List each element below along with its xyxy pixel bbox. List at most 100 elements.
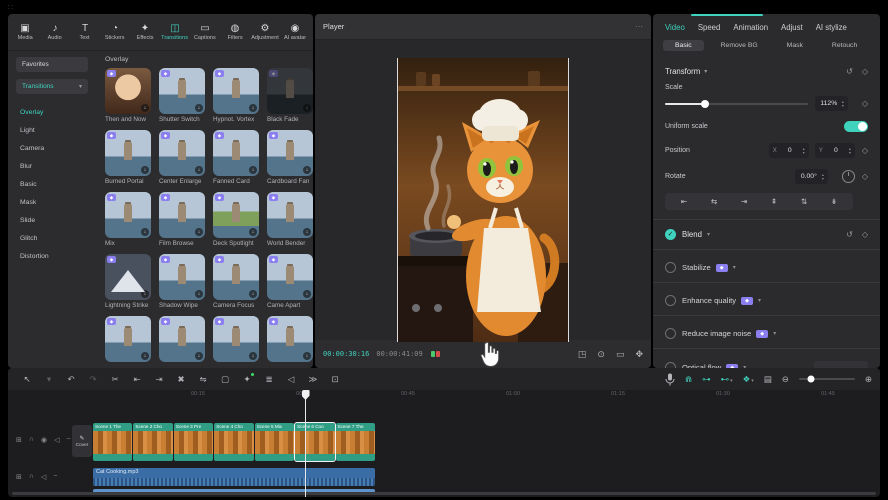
video-clip-scene-2-cho[interactable]: Scene 2 Cho <box>133 423 172 461</box>
zoom-out-icon[interactable]: ⊖ <box>782 374 789 385</box>
collapse-track-icon[interactable]: − <box>53 473 57 481</box>
category-dropdown[interactable]: Transitions ▾ <box>16 79 88 94</box>
audio-clip[interactable]: Cat Cooking.mp3 <box>93 468 375 486</box>
player-options-icon[interactable]: ⋯ <box>635 22 643 31</box>
transition-thumbnail[interactable]: ◆↓ <box>213 254 259 300</box>
align-center-h-icon[interactable]: ⇆ <box>699 197 729 206</box>
split-icon[interactable]: ✂ <box>104 374 126 385</box>
video-clip-scene-1-the[interactable]: Scene 1 The <box>93 423 132 461</box>
sidebar-item-glitch[interactable]: Glitch <box>8 230 96 248</box>
transition-item-film-browse[interactable]: ◆↓Film Browse <box>159 192 209 247</box>
transition-thumbnail[interactable]: ◆↓ <box>213 68 259 114</box>
keyframe-icon[interactable]: ◇ <box>862 99 868 108</box>
video-clip-scene-3-pre[interactable]: Scene 3 Pre <box>174 423 213 461</box>
top-toolbar-item-audio[interactable]: ♪Audio <box>40 23 70 41</box>
mute-track-icon[interactable]: ◁ <box>41 473 46 481</box>
chevron-down-icon[interactable]: ▾ <box>733 264 736 271</box>
smart-tools-icon[interactable]: ✦ <box>236 374 258 385</box>
transition-thumbnail[interactable]: ◆↓ <box>105 316 151 362</box>
transition-thumbnail[interactable]: ◆↓ <box>213 316 259 362</box>
zoom-in-icon[interactable]: ⊕ <box>865 374 872 384</box>
align-top-icon[interactable]: ⇞ <box>759 197 789 206</box>
tab-ai-stylize[interactable]: AI stylize <box>816 23 847 32</box>
video-clip-scene-6-coo[interactable]: Scene 6 Coo <box>295 423 334 461</box>
slider-handle[interactable] <box>701 100 709 108</box>
top-toolbar-item-effects[interactable]: ✦Effects <box>130 23 160 41</box>
transition-thumbnail[interactable]: ◆↓ <box>213 130 259 176</box>
align-right-icon[interactable]: ⇥ <box>729 197 759 206</box>
keyframe-icon[interactable]: ◇ <box>862 230 868 239</box>
transition-thumbnail[interactable]: ◆↓ <box>267 316 313 362</box>
link-toggle-icon[interactable]: ⊶ <box>702 374 711 385</box>
transition-item-shutter-switch[interactable]: ◆↓Shutter Switch <box>159 68 209 123</box>
scale-slider[interactable] <box>665 103 808 105</box>
top-toolbar-item-transitions[interactable]: ◫Transitions <box>160 23 190 41</box>
transition-item-center-enlarge[interactable]: ◆↓Center Enlarge <box>159 130 209 185</box>
sidebar-item-basic[interactable]: Basic <box>8 176 96 194</box>
feature-checkbox[interactable] <box>665 295 676 306</box>
feature-checkbox[interactable] <box>665 262 676 273</box>
transition-thumbnail[interactable]: ◆↓ <box>105 130 151 176</box>
keyframe-icon[interactable]: ◇ <box>862 67 868 76</box>
top-toolbar-item-captions[interactable]: ▭Captions <box>190 23 220 41</box>
reset-icon[interactable]: ↺ <box>846 67 853 76</box>
video-clip-scene-5-mix[interactable]: Scene 5 Mix <box>255 423 294 461</box>
tool-dropdown-caret[interactable]: ▾ <box>38 374 60 385</box>
transition-thumbnail[interactable]: ◆↓ <box>159 254 205 300</box>
undo-icon[interactable]: ↶ <box>60 374 82 385</box>
transition-item-came-apart[interactable]: ◆↓Came Apart <box>267 254 313 309</box>
sidebar-item-blur[interactable]: Blur <box>8 158 96 176</box>
video-clip-scene-4-cho[interactable]: Scene 4 Cho <box>214 423 253 461</box>
reset-icon[interactable]: ↺ <box>846 230 853 239</box>
collapse-track-icon[interactable]: − <box>66 436 70 444</box>
transition-item[interactable]: ◆↓ <box>105 316 155 364</box>
redo-icon[interactable]: ↷ <box>82 374 104 385</box>
mirror-icon[interactable]: ⇋ <box>192 374 214 385</box>
top-toolbar-item-adjustment[interactable]: ⚙Adjustment <box>250 23 280 41</box>
chevron-down-icon[interactable]: ▾ <box>707 231 710 238</box>
transition-item-camera-focus[interactable]: ◆↓Camera Focus <box>213 254 263 309</box>
mute-clip-icon[interactable]: ◁ <box>280 374 302 385</box>
transition-thumbnail[interactable]: ◆↓ <box>267 192 313 238</box>
aspect-ratio-icon[interactable]: ◳ <box>578 349 587 360</box>
preview-focus-icon[interactable]: ⊙ <box>597 349 605 360</box>
auto-ripple-toggle-icon[interactable]: ❖▾ <box>743 374 754 385</box>
sidebar-item-distortion[interactable]: Distortion <box>8 248 96 266</box>
track-menu-icon[interactable]: ⊞ <box>16 473 22 481</box>
cover-button[interactable]: ✎ Cover <box>72 425 92 457</box>
fullscreen-icon[interactable]: ✥ <box>635 349 643 360</box>
toggle-visibility-icon[interactable]: ◉ <box>41 436 47 444</box>
timeline-ruler[interactable]: 00:1500:3000:4501:0001:1501:3001:45 <box>8 390 880 400</box>
trim-left-icon[interactable]: ⇤ <box>126 374 148 385</box>
chevron-down-icon[interactable]: ▾ <box>773 330 776 337</box>
stepper-icon[interactable]: ▴▾ <box>849 147 851 155</box>
adjust-clip-icon[interactable]: ≣ <box>258 374 280 385</box>
sidebar-item-light[interactable]: Light <box>8 122 96 140</box>
uniform-scale-toggle[interactable] <box>844 121 868 132</box>
top-toolbar-item-stickers[interactable]: ◔Stickers <box>100 23 130 41</box>
align-left-icon[interactable]: ⇤ <box>669 197 699 206</box>
transition-thumbnail[interactable]: ◆↓ <box>159 130 205 176</box>
transition-thumbnail[interactable]: ◆↓ <box>105 68 151 114</box>
timeline-zoom-slider[interactable] <box>799 378 855 380</box>
tab-animation[interactable]: Animation <box>733 23 768 32</box>
transition-thumbnail[interactable]: ◆↓ <box>105 254 151 300</box>
chevron-down-icon[interactable]: ▾ <box>758 297 761 304</box>
position-y-input[interactable]: Y 0 ▴▾ <box>815 143 855 158</box>
transition-thumbnail[interactable]: ◆↓ <box>105 192 151 238</box>
zoom-slider-handle[interactable] <box>808 376 815 383</box>
lock-track-icon[interactable]: ∩ <box>29 473 34 481</box>
subtab-mask[interactable]: Mask <box>775 40 815 51</box>
transition-thumbnail[interactable]: ◆↓ <box>267 68 313 114</box>
record-voiceover-icon[interactable] <box>665 373 675 386</box>
track-menu-icon[interactable]: ⊞ <box>16 436 22 444</box>
sidebar-item-overlay[interactable]: Overlay <box>8 104 96 122</box>
video-frame[interactable] <box>397 58 569 342</box>
tab-speed[interactable]: Speed <box>698 23 721 32</box>
rotate-dial-icon[interactable] <box>842 170 855 183</box>
transition-thumbnail[interactable]: ◆↓ <box>159 192 205 238</box>
stepper-icon[interactable]: ▴▾ <box>842 100 844 108</box>
transform-section-header[interactable]: Transform ▾ ↺ ◇ <box>665 67 868 76</box>
transition-thumbnail[interactable]: ◆↓ <box>267 130 313 176</box>
video-clip-scene-7-the[interactable]: Scene 7 The <box>336 423 375 461</box>
